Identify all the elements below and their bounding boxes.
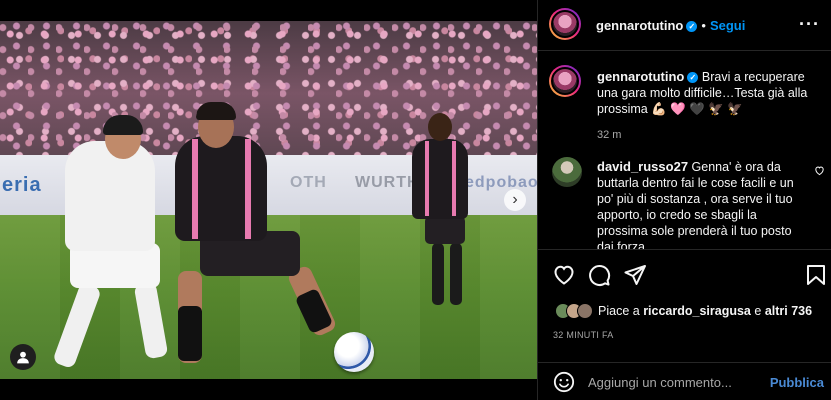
publish-button[interactable]: Pubblica	[770, 375, 824, 390]
post-photo[interactable]: eria OTH WURTH edpobao	[0, 21, 537, 379]
list-item: david_russo27 Genna' è ora da buttarla d…	[597, 159, 802, 249]
avatar	[577, 303, 593, 319]
football-ball	[334, 332, 374, 372]
share-icon[interactable]	[623, 263, 647, 287]
actions-section: Piace a riccardo_siragusa e altri 736 32…	[538, 249, 831, 400]
post-header: gennarotutino ✓ • Segui ···	[538, 0, 831, 51]
comment-icon[interactable]	[587, 263, 611, 287]
verified-badge-icon: ✓	[686, 21, 698, 32]
header-username[interactable]: gennarotutino	[596, 18, 683, 33]
board-text: eria	[2, 174, 42, 196]
post-timestamp[interactable]: 32 MINUTI FA	[553, 330, 614, 340]
board-text: WURTH	[355, 174, 420, 191]
separator: •	[701, 18, 706, 33]
board-text: edpobao	[465, 174, 537, 191]
heart-icon[interactable]	[552, 263, 576, 287]
caption-username[interactable]: gennarotutino	[597, 69, 684, 84]
likes-prefix: Piace a	[598, 304, 640, 318]
person-icon[interactable]	[10, 344, 36, 370]
emoji-icon[interactable]	[553, 371, 575, 393]
avatar[interactable]	[552, 157, 582, 187]
post-media: eria OTH WURTH edpobao ›	[0, 0, 537, 400]
add-comment-bar: Pubblica	[538, 362, 831, 400]
verified-badge-icon: ✓	[687, 72, 699, 83]
caption-time: 32 m	[597, 129, 622, 141]
board-text: OTH	[290, 174, 327, 191]
avatar[interactable]	[549, 65, 581, 97]
heart-icon[interactable]	[814, 165, 825, 176]
post-side-panel: gennarotutino ✓ • Segui ··· gennarotutino ✓ …	[537, 0, 831, 400]
likes-others[interactable]: altri 736	[765, 304, 812, 318]
avatar[interactable]	[549, 8, 581, 40]
comment-input[interactable]	[588, 373, 768, 391]
bookmark-icon[interactable]	[804, 263, 828, 287]
post-caption: gennarotutino ✓ Bravi a recuperare una ga…	[597, 69, 819, 143]
follow-button[interactable]: Segui	[710, 18, 745, 33]
comment-username[interactable]: david_russo27	[597, 159, 688, 174]
likes-user[interactable]: riccardo_siragusa	[643, 304, 751, 318]
chevron-right-icon[interactable]: ›	[504, 189, 526, 211]
likes-conj: e	[754, 304, 762, 318]
comments-section: gennarotutino ✓ Bravi a recuperare una ga…	[538, 51, 831, 249]
more-horizontal-icon[interactable]: ···	[799, 14, 820, 35]
likes-summary[interactable]: Piace a riccardo_siragusa e altri 736	[555, 301, 812, 321]
